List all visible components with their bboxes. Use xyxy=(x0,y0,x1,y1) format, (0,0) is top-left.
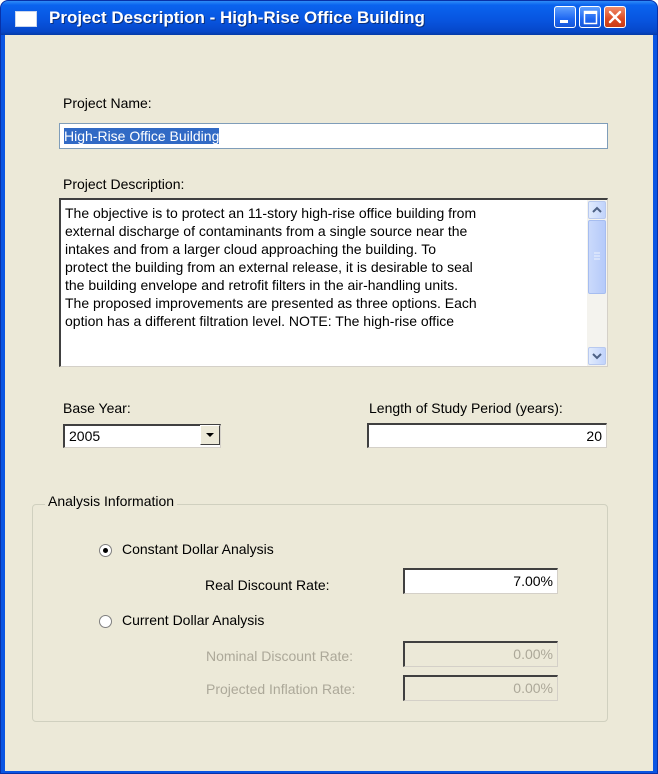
projected-inflation-rate-label: Projected Inflation Rate: xyxy=(206,681,356,697)
real-discount-rate-input[interactable]: 7.00% xyxy=(403,568,558,594)
project-name-label: Project Name: xyxy=(63,95,152,111)
close-icon xyxy=(608,10,622,24)
real-discount-rate-label: Real Discount Rate: xyxy=(205,577,330,593)
study-period-label: Length of Study Period (years): xyxy=(369,400,563,416)
maximize-icon xyxy=(583,10,598,25)
project-description-label: Project Description: xyxy=(63,176,185,192)
project-description-text: The objective is to protect an 11-story … xyxy=(65,205,477,329)
title-bar[interactable]: Project Description - High-Rise Office B… xyxy=(1,1,657,35)
description-scrollbar[interactable] xyxy=(587,200,607,366)
radio-selected-dot xyxy=(103,548,108,553)
analysis-information-title: Analysis Information xyxy=(45,493,178,509)
scroll-up-button[interactable] xyxy=(588,201,606,219)
project-description-textarea[interactable]: The objective is to protect an 11-story … xyxy=(59,198,608,367)
nominal-discount-rate-input: 0.00% xyxy=(403,641,558,667)
project-name-input[interactable]: High-Rise Office Building xyxy=(59,123,608,149)
projected-inflation-rate-input: 0.00% xyxy=(403,675,558,701)
scroll-down-button[interactable] xyxy=(588,347,606,365)
window-title: Project Description - High-Rise Office B… xyxy=(49,8,425,27)
dropdown-arrow-icon xyxy=(206,433,214,437)
project-name-value: High-Rise Office Building xyxy=(64,128,220,144)
current-dollar-label[interactable]: Current Dollar Analysis xyxy=(122,612,264,628)
window-icon xyxy=(15,11,37,27)
maximize-button[interactable] xyxy=(579,6,601,28)
minimize-button[interactable] xyxy=(554,6,576,28)
scroll-thumb[interactable] xyxy=(588,220,606,294)
constant-dollar-label[interactable]: Constant Dollar Analysis xyxy=(122,541,274,557)
study-period-input[interactable]: 20 xyxy=(367,423,607,448)
project-description-window: Project Description - High-Rise Office B… xyxy=(0,0,658,774)
constant-dollar-radio[interactable] xyxy=(99,544,112,557)
dialog-client-area: Project Name: High-Rise Office Building … xyxy=(5,35,653,771)
current-dollar-radio[interactable] xyxy=(99,615,112,628)
minimize-icon xyxy=(560,20,568,23)
base-year-label: Base Year: xyxy=(63,400,131,416)
base-year-value: 2005 xyxy=(63,424,221,448)
chevron-up-icon xyxy=(592,206,602,213)
base-year-dropdown[interactable]: 2005 xyxy=(63,424,221,448)
close-button[interactable] xyxy=(604,6,626,28)
grip-icon xyxy=(594,252,600,260)
chevron-down-icon xyxy=(592,353,602,360)
nominal-discount-rate-label: Nominal Discount Rate: xyxy=(206,648,354,664)
base-year-dropdown-button[interactable] xyxy=(200,425,220,445)
